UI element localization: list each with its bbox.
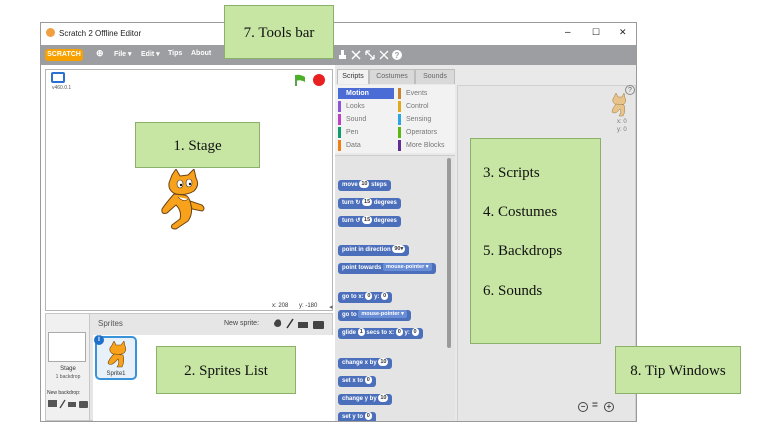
category-sensing[interactable]: Sensing <box>398 114 456 125</box>
scratch-cat-icon <box>46 28 55 37</box>
new-sprite-tools <box>274 318 324 329</box>
sprite1-thumbnail[interactable]: i Sprite1 <box>94 335 137 380</box>
camera-backdrop-icon[interactable] <box>79 401 88 408</box>
language-globe-icon[interactable]: ⊕ <box>96 48 104 59</box>
script-sprite-x: x: 0 <box>617 119 627 125</box>
block-point-in-direction[interactable]: point in direction 90▾ <box>338 245 410 256</box>
category-data[interactable]: Data <box>338 140 394 151</box>
block-move[interactable]: move 10 steps <box>338 180 391 191</box>
menu-file[interactable]: File ▾ <box>114 50 132 58</box>
tab-sounds[interactable]: Sounds <box>415 69 455 84</box>
collapse-arrow-icon[interactable]: ◂ <box>329 303 333 311</box>
category-operators[interactable]: Operators <box>398 127 456 138</box>
tab-costumes[interactable]: Costumes <box>369 69 415 84</box>
camera-sprite-icon[interactable] <box>313 321 324 329</box>
window-title: Scratch 2 Offline Editor <box>59 29 142 38</box>
block-categories: Motion Events Looks Control Sound Sensin… <box>335 85 455 153</box>
category-pen[interactable]: Pen <box>338 127 394 138</box>
callout-tip-windows: 8. Tip Windows <box>615 346 741 394</box>
block-go-to-xy[interactable]: go to x: 0 y: 0 <box>338 292 393 303</box>
zoom-in-button[interactable]: + <box>604 402 614 412</box>
paint-backdrop-icon[interactable] <box>48 400 57 407</box>
new-backdrop-label: New backdrop: <box>47 390 81 396</box>
stage-y-coordinate: y: -180 <box>299 303 318 309</box>
block-go-to[interactable]: go to mouse-pointer ▾ <box>338 310 411 321</box>
block-glide[interactable]: glide 1 secs to x: 0 y: 0 <box>338 328 423 339</box>
info-icon[interactable]: i <box>94 335 104 345</box>
category-looks[interactable]: Looks <box>338 101 394 112</box>
grow-icon[interactable] <box>365 50 375 60</box>
callout-sprites-list: 2. Sprites List <box>156 346 296 394</box>
sprite-cat-on-stage[interactable] <box>158 169 210 231</box>
category-more-blocks[interactable]: More Blocks <box>398 140 456 151</box>
script-sprite-cat-icon <box>611 93 627 117</box>
version-label: v460.0.1 <box>52 85 72 91</box>
menu-tips[interactable]: Tips <box>168 50 182 57</box>
zoom-out-button[interactable]: − <box>578 402 588 412</box>
cut-icon[interactable] <box>351 50 361 60</box>
scratch-logo[interactable]: SCRATCH <box>45 49 83 61</box>
block-turn-left[interactable]: turn ↺ 15 degrees <box>338 216 401 227</box>
stage-backdrop-count: 1 backdrop <box>55 374 81 380</box>
stage-thumbnail[interactable] <box>48 332 86 362</box>
upload-backdrop-icon[interactable] <box>68 402 76 407</box>
green-flag-icon[interactable] <box>294 74 306 86</box>
callout-stage: 1. Stage <box>135 122 260 168</box>
stage-x-coordinate: x: 208 <box>272 303 289 309</box>
svg-text:?: ? <box>395 51 400 60</box>
stage-thumb-label: Stage <box>60 366 76 372</box>
fullscreen-icon[interactable] <box>51 72 65 83</box>
tab-scripts[interactable]: Scripts <box>337 69 369 84</box>
minimize-button[interactable]: – <box>565 27 571 38</box>
close-button[interactable]: ✕ <box>619 27 627 38</box>
help-icon[interactable]: ? <box>392 50 402 60</box>
stage-thumbnail-column: Stage 1 backdrop New backdrop: <box>46 314 90 420</box>
callout-backdrops: 5. Backdrops <box>483 243 563 259</box>
menu-bar: SCRATCH ⊕ File ▾ Edit ▾ Tips About ? <box>41 45 636 65</box>
block-set-y[interactable]: set y to 0 <box>338 412 376 421</box>
title-bar: Scratch 2 Offline Editor – ☐ ✕ <box>41 23 636 45</box>
tools-icons: ? <box>339 50 402 60</box>
block-set-x[interactable]: set x to 0 <box>338 376 376 387</box>
paint-new-sprite-icon[interactable] <box>286 318 294 329</box>
category-events[interactable]: Events <box>398 88 456 99</box>
new-backdrop-tools <box>48 399 88 409</box>
zoom-reset-button[interactable]: = <box>592 400 598 411</box>
category-sound[interactable]: Sound <box>338 114 394 125</box>
menu-about[interactable]: About <box>191 50 211 57</box>
block-change-y[interactable]: change y by 10 <box>338 394 393 405</box>
block-turn-right[interactable]: turn ↻ 15 degrees <box>338 198 401 209</box>
choose-sprite-library-icon[interactable] <box>274 319 282 327</box>
callout-scripts: 3. Scripts <box>483 165 540 181</box>
upload-sprite-icon[interactable] <box>298 322 308 328</box>
stop-icon[interactable] <box>313 74 325 86</box>
sprites-header: Sprites <box>98 319 123 328</box>
category-control[interactable]: Control <box>398 101 456 112</box>
blocks-palette: move 10 steps turn ↻ 15 degrees turn ↺ 1… <box>335 155 455 421</box>
new-sprite-label: New sprite: <box>224 320 260 327</box>
shrink-icon[interactable] <box>379 50 389 60</box>
maximize-button[interactable]: ☐ <box>592 27 600 38</box>
duplicate-stamp-icon[interactable] <box>339 50 346 59</box>
tips-toggle-icon[interactable]: ? <box>625 85 635 95</box>
callout-scripts-group: 3. Scripts 4. Costumes 5. Backdrops 6. S… <box>470 138 601 344</box>
palette-scrollbar[interactable] <box>447 158 451 348</box>
sprite1-label: Sprite1 <box>106 371 126 377</box>
block-change-x[interactable]: change x by 10 <box>338 358 393 369</box>
callout-sounds: 6. Sounds <box>483 283 543 299</box>
script-sprite-y: y: 0 <box>617 127 627 133</box>
category-motion[interactable]: Motion <box>338 88 394 99</box>
choose-backdrop-icon[interactable] <box>59 399 66 409</box>
callout-costumes: 4. Costumes <box>483 204 558 220</box>
callout-tools-bar: 7. Tools bar <box>224 5 334 59</box>
stage-area[interactable]: v460.0.1 x: 208 y: -180 <box>45 69 333 311</box>
block-point-towards[interactable]: point towards mouse-pointer ▾ <box>338 263 436 274</box>
menu-edit[interactable]: Edit ▾ <box>141 50 160 58</box>
sprite1-cat-icon <box>107 341 127 368</box>
